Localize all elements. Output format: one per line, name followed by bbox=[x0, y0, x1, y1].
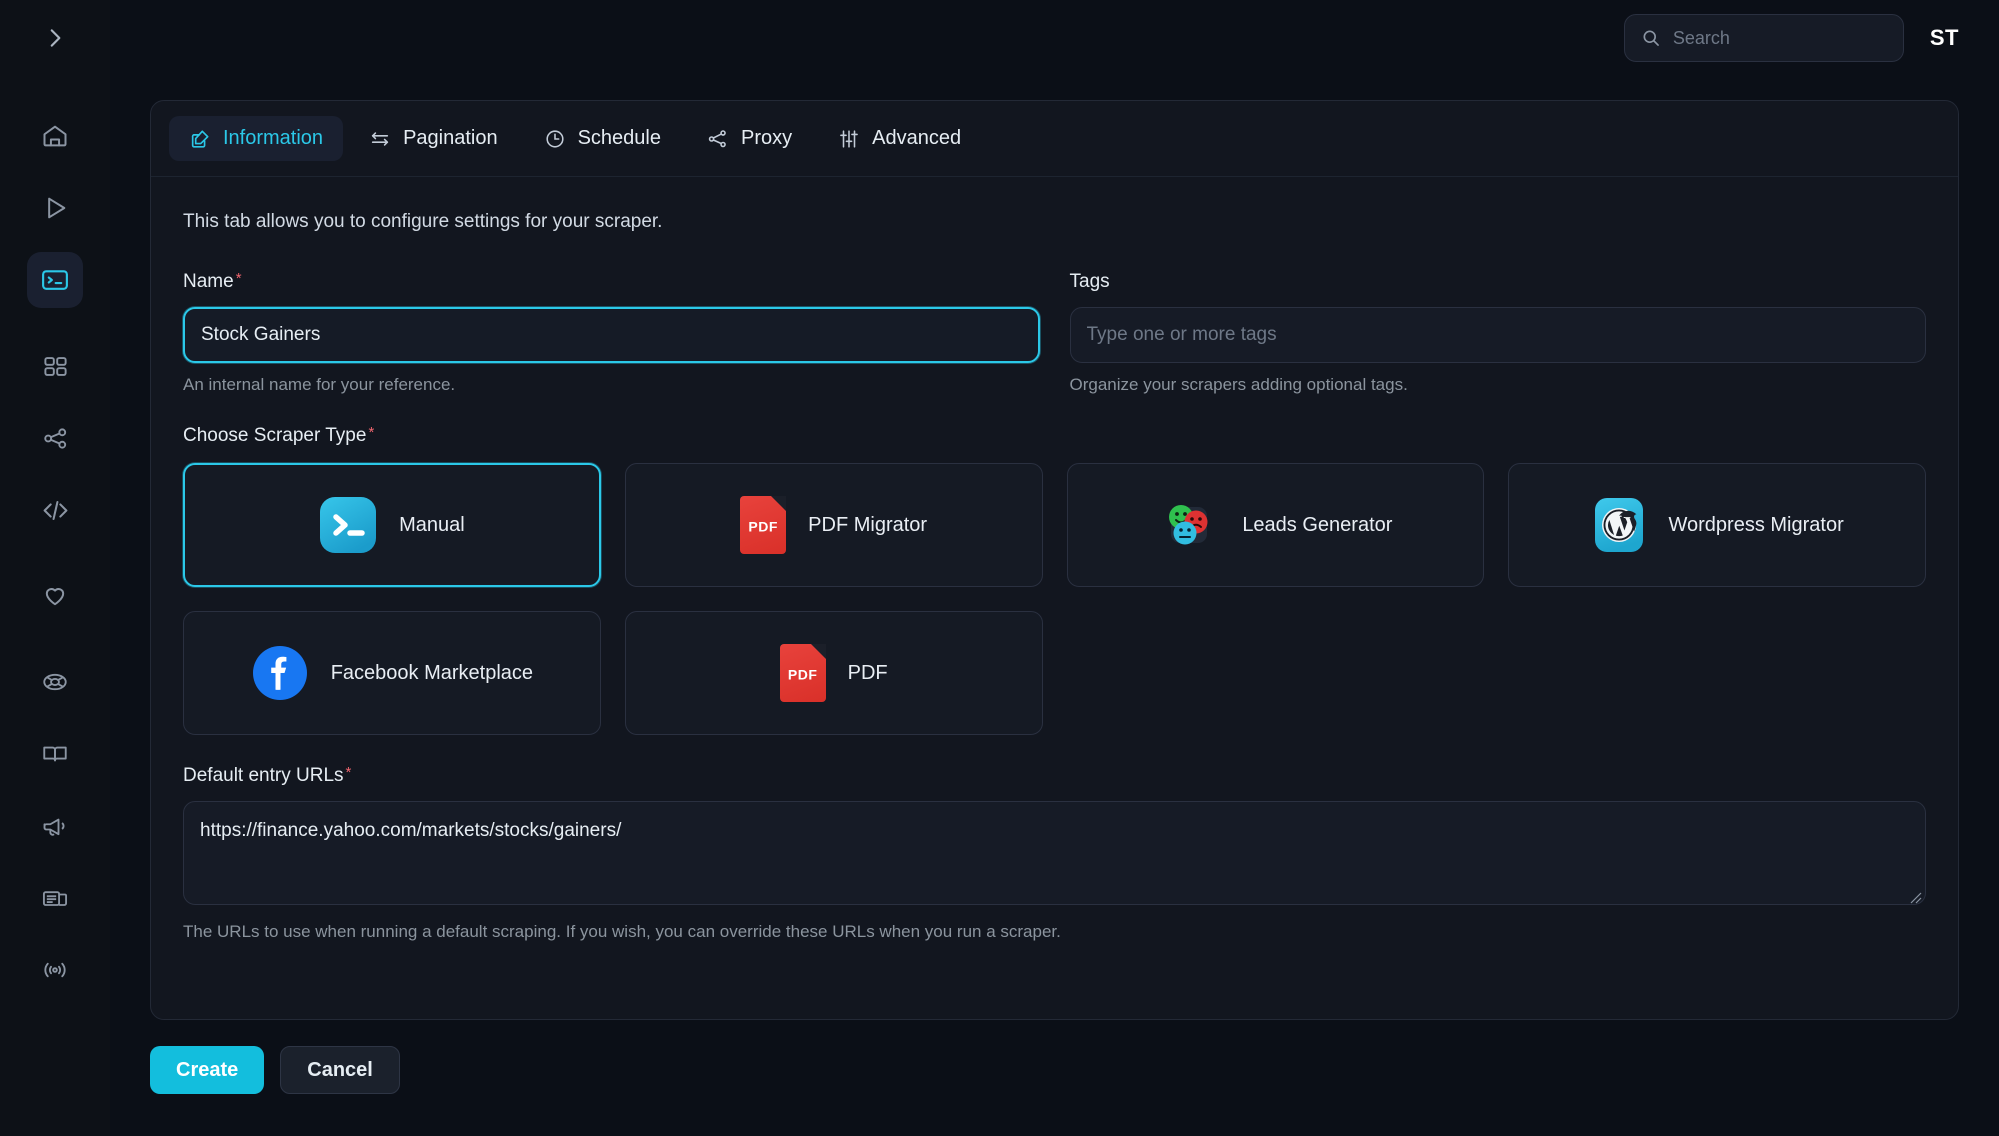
tab-schedule-label: Schedule bbox=[577, 127, 661, 149]
scraper-type-card-pdf-migrator[interactable]: PDF PDF Migrator bbox=[624, 463, 1043, 587]
form-actions: Create Cancel bbox=[150, 1046, 1999, 1094]
smileys-icon bbox=[1158, 494, 1220, 556]
book-icon bbox=[41, 740, 69, 768]
facebook-icon bbox=[251, 644, 309, 702]
sidebar-item-share[interactable] bbox=[27, 410, 83, 466]
scraper-type-card-pdf[interactable]: PDF PDF bbox=[624, 611, 1043, 735]
megaphone-icon bbox=[41, 812, 69, 840]
entry-urls-wrapper: https://finance.yahoo.com/markets/stocks… bbox=[183, 801, 1926, 910]
topbar: ST bbox=[110, 0, 1999, 76]
tab-advanced-label: Advanced bbox=[872, 127, 962, 149]
tags-label-text: Tags bbox=[1069, 271, 1110, 292]
sidebar-item-scrapers[interactable] bbox=[27, 252, 83, 308]
tab-pagination[interactable]: Pagination bbox=[349, 116, 518, 161]
scraper-type-card-wordpress-migrator[interactable]: Wordpress Migrator bbox=[1508, 463, 1926, 587]
name-label: Name * bbox=[183, 271, 1040, 293]
scraper-type-label-manual: Manual bbox=[399, 513, 465, 536]
entry-urls-label: Default entry URLs * bbox=[183, 765, 1926, 787]
sidebar bbox=[0, 0, 110, 1136]
sidebar-item-code[interactable] bbox=[27, 482, 83, 538]
edit-square-icon bbox=[189, 128, 211, 150]
scraper-type-label: Choose Scraper Type * bbox=[183, 425, 1926, 447]
pdf-file-icon: PDF bbox=[740, 496, 787, 554]
scraper-type-grid: Manual PDF PDF Migrator Leads Generator … bbox=[183, 463, 1926, 735]
name-tags-row: Name * An internal name for your referen… bbox=[183, 271, 1926, 395]
required-star: * bbox=[235, 270, 242, 287]
cancel-button[interactable]: Cancel bbox=[280, 1046, 400, 1094]
terminal-icon bbox=[40, 265, 70, 295]
scraper-type-card-facebook-marketplace[interactable]: Facebook Marketplace bbox=[183, 611, 601, 735]
tags-field-group: Tags Organize your scrapers adding optio… bbox=[1069, 271, 1927, 395]
grid-filler bbox=[1508, 611, 1926, 735]
sliders-icon bbox=[838, 128, 860, 150]
name-label-text: Name bbox=[183, 271, 234, 292]
entry-urls-hint: The URLs to use when running a default s… bbox=[183, 922, 1061, 941]
panel-body: This tab allows you to configure setting… bbox=[151, 177, 1958, 942]
sidebar-item-apps[interactable] bbox=[27, 338, 83, 394]
search-icon bbox=[1641, 28, 1661, 48]
name-input[interactable] bbox=[183, 307, 1040, 363]
tags-hint: Organize your scrapers adding optional t… bbox=[1069, 375, 1408, 394]
sidebar-item-home[interactable] bbox=[27, 108, 83, 164]
name-field-group: Name * An internal name for your referen… bbox=[183, 271, 1040, 395]
main-area: ST Information Pagination bbox=[110, 0, 1999, 1136]
required-star: * bbox=[345, 764, 352, 781]
lifebuoy-icon bbox=[41, 668, 69, 696]
pdf-file-icon: PDF bbox=[779, 644, 826, 702]
clock-icon bbox=[544, 128, 566, 150]
app-root: ST Information Pagination bbox=[0, 0, 1999, 1136]
avatar[interactable]: ST bbox=[1930, 25, 1959, 51]
tab-pagination-label: Pagination bbox=[403, 127, 498, 149]
sidebar-item-broadcast[interactable] bbox=[27, 942, 83, 998]
sidebar-item-docs[interactable] bbox=[27, 726, 83, 782]
scraper-type-label-text: Choose Scraper Type bbox=[183, 425, 367, 446]
wordpress-icon bbox=[1591, 497, 1647, 553]
entry-urls-label-text: Default entry URLs bbox=[183, 765, 344, 786]
scraper-type-label-pdf: PDF bbox=[847, 661, 888, 684]
scraper-settings-panel: Information Pagination Schedule Proxy Ad… bbox=[150, 100, 1959, 1020]
entry-urls-textarea[interactable]: https://finance.yahoo.com/markets/stocks… bbox=[183, 801, 1926, 905]
tab-bar: Information Pagination Schedule Proxy Ad… bbox=[151, 101, 1958, 177]
intro-text: This tab allows you to configure setting… bbox=[183, 211, 663, 232]
sidebar-toggle-button[interactable] bbox=[27, 10, 83, 66]
name-hint: An internal name for your reference. bbox=[183, 375, 456, 394]
home-icon bbox=[41, 122, 69, 150]
tab-information-label: Information bbox=[223, 127, 324, 149]
sidebar-item-favorites[interactable] bbox=[27, 568, 83, 624]
tags-input[interactable] bbox=[1069, 307, 1926, 363]
scraper-type-label-wordpress-migrator: Wordpress Migrator bbox=[1668, 513, 1844, 536]
play-icon bbox=[41, 194, 69, 222]
broadcast-icon bbox=[41, 956, 69, 984]
tab-schedule[interactable]: Schedule bbox=[524, 116, 681, 161]
scraper-type-card-manual[interactable]: Manual bbox=[183, 463, 601, 587]
tab-proxy-label: Proxy bbox=[741, 127, 793, 149]
code-icon bbox=[41, 496, 70, 525]
grid-icon bbox=[42, 353, 69, 380]
scraper-type-label-pdf-migrator: PDF Migrator bbox=[808, 513, 928, 536]
search-box[interactable] bbox=[1623, 14, 1904, 62]
scraper-type-label-leads-generator: Leads Generator bbox=[1242, 513, 1393, 536]
scraper-type-card-leads-generator[interactable]: Leads Generator bbox=[1066, 463, 1485, 587]
chevron-right-icon bbox=[42, 25, 68, 51]
tab-information[interactable]: Information bbox=[169, 116, 344, 161]
newspaper-icon bbox=[41, 884, 69, 912]
sidebar-item-support[interactable] bbox=[27, 654, 83, 710]
tab-advanced[interactable]: Advanced bbox=[818, 116, 981, 161]
sidebar-item-runs[interactable] bbox=[27, 180, 83, 236]
grid-filler bbox=[1067, 611, 1485, 735]
tab-proxy[interactable]: Proxy bbox=[687, 116, 812, 161]
sidebar-item-announcements[interactable] bbox=[27, 798, 83, 854]
share-nodes-icon bbox=[707, 128, 729, 150]
heart-icon bbox=[41, 582, 69, 610]
tags-label: Tags bbox=[1070, 271, 1927, 293]
arrows-swap-icon bbox=[369, 128, 391, 150]
share-icon bbox=[42, 425, 69, 452]
sidebar-item-news[interactable] bbox=[27, 870, 83, 926]
required-star: * bbox=[368, 424, 375, 441]
scraper-type-label-facebook-marketplace: Facebook Marketplace bbox=[330, 661, 534, 684]
terminal-app-icon bbox=[319, 496, 377, 554]
search-input[interactable] bbox=[1672, 27, 1887, 49]
create-button[interactable]: Create bbox=[150, 1046, 265, 1094]
